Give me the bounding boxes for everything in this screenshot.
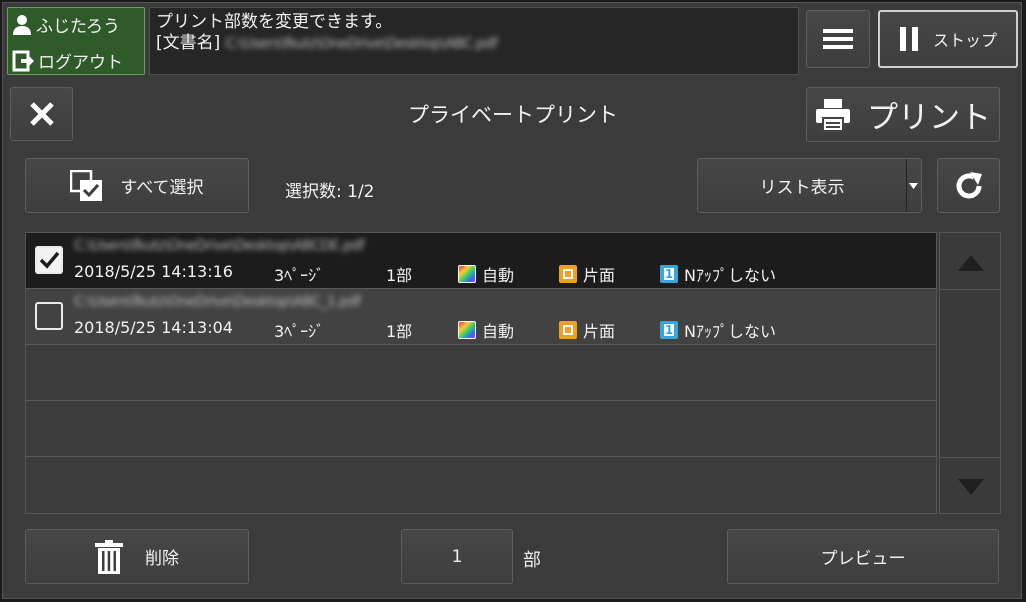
- message-panel: プリント部数を変更できます。 [文書名] C:\Users\fkutz\OneD…: [149, 7, 799, 75]
- select-all-button[interactable]: すべて選択: [25, 158, 249, 213]
- printer-icon: [816, 98, 850, 132]
- user-icon: [13, 14, 31, 35]
- scroll-down-icon[interactable]: [958, 479, 984, 495]
- logout-label: ログアウト: [38, 53, 123, 73]
- job-nup-label: Nｱｯﾌﾟしない: [684, 322, 776, 341]
- selection-count: 選択数: 1/2: [285, 177, 375, 202]
- message-line: プリント部数を変更できます。: [156, 12, 393, 32]
- color-mode-icon: [458, 265, 476, 283]
- job-datetime: 2018/5/25 14:13:04: [74, 318, 233, 337]
- job-file-name: C:\Users\fkutz\OneDrive\Desktop\ABCDE.pd…: [74, 238, 365, 254]
- chevron-down-icon: [909, 183, 918, 189]
- screen: ふじたろう ログアウト プリント部数を変更できます。 [文書名] C:\User…: [2, 2, 1022, 599]
- checkmark-icon: [39, 251, 60, 269]
- menu-button[interactable]: [806, 10, 870, 68]
- job-sides: 片面: [559, 262, 615, 286]
- delete-label: 削除: [145, 549, 179, 569]
- preview-button[interactable]: プレビュー: [727, 529, 999, 584]
- doc-name-row: [文書名] C:\Users\fkutz\OneDrive\Desktop\AB…: [156, 33, 792, 55]
- doc-name: C:\Users\fkutz\OneDrive\Desktop\ABC.pdf: [225, 36, 498, 52]
- job-copies: 1部: [386, 266, 413, 285]
- logout-row[interactable]: ログアウト: [12, 48, 123, 73]
- copies-input[interactable]: 1: [401, 529, 513, 584]
- list-scrollbar[interactable]: [939, 232, 1001, 514]
- doc-name-prefix: [文書名]: [156, 33, 221, 53]
- job-list: C:\Users\fkutz\OneDrive\Desktop\ABCDE.pd…: [25, 232, 937, 514]
- select-all-icon: [70, 169, 103, 201]
- selection-count-value: 1/2: [347, 182, 375, 202]
- select-all-label: すべて選択: [120, 178, 204, 198]
- nup-icon: 1: [660, 321, 678, 339]
- job-sides-label: 片面: [583, 322, 616, 341]
- job-file-name: C:\Users\fkutz\OneDrive\Desktop\ABC_1.pd…: [74, 294, 361, 310]
- job-copies: 1部: [386, 322, 413, 341]
- job-color-mode: 自動: [458, 262, 514, 286]
- refresh-button[interactable]: [937, 158, 1000, 213]
- user-row: ふじたろう: [12, 12, 120, 37]
- trash-icon: [95, 539, 123, 574]
- job-nup: 1 Nｱｯﾌﾟしない: [660, 262, 776, 286]
- job-datetime: 2018/5/25 14:13:16: [74, 262, 233, 281]
- nup-icon: 1: [660, 265, 678, 283]
- simplex-icon: [559, 321, 577, 339]
- job-checkbox[interactable]: [35, 302, 63, 330]
- job-row[interactable]: C:\Users\fkutz\OneDrive\Desktop\ABCDE.pd…: [26, 233, 936, 289]
- scrollbar-divider: [940, 457, 1000, 458]
- simplex-icon: [559, 265, 577, 283]
- refresh-icon: [956, 171, 982, 198]
- job-nup: 1 Nｱｯﾌﾟしない: [660, 318, 776, 342]
- job-color-label: 自動: [482, 266, 515, 285]
- pause-icon: [899, 27, 918, 51]
- scroll-up-icon[interactable]: [958, 255, 984, 271]
- selection-count-label: 選択数:: [285, 182, 342, 202]
- scrollbar-divider: [940, 289, 1000, 290]
- dropdown-divider: [906, 159, 907, 212]
- view-mode-label: リスト表示: [759, 178, 845, 198]
- job-pages: 3ﾍﾟｰｼﾞ: [274, 266, 325, 285]
- job-checkbox[interactable]: [35, 246, 63, 274]
- job-row[interactable]: C:\Users\fkutz\OneDrive\Desktop\ABC_1.pd…: [26, 289, 936, 345]
- view-mode-dropdown[interactable]: リスト表示: [697, 158, 922, 213]
- user-name: ふじたろう: [36, 17, 120, 37]
- job-nup-label: Nｱｯﾌﾟしない: [684, 266, 776, 285]
- copies-unit: 部: [523, 550, 541, 571]
- logout-icon: [12, 50, 34, 71]
- job-pages: 3ﾍﾟｰｼﾞ: [274, 322, 325, 341]
- empty-row: [26, 345, 936, 401]
- job-sides-label: 片面: [583, 266, 616, 285]
- stop-label: ストップ: [932, 31, 997, 50]
- user-panel[interactable]: ふじたろう ログアウト: [7, 7, 145, 75]
- job-color-mode: 自動: [458, 318, 514, 342]
- print-label: プリント: [867, 100, 991, 136]
- job-color-label: 自動: [482, 322, 515, 341]
- stop-button[interactable]: ストップ: [878, 10, 1018, 68]
- job-sides: 片面: [559, 318, 615, 342]
- print-button[interactable]: プリント: [806, 87, 1000, 142]
- delete-button[interactable]: 削除: [25, 529, 249, 584]
- hamburger-icon: [823, 29, 853, 49]
- empty-row: [26, 457, 936, 513]
- color-mode-icon: [458, 321, 476, 339]
- empty-row: [26, 401, 936, 457]
